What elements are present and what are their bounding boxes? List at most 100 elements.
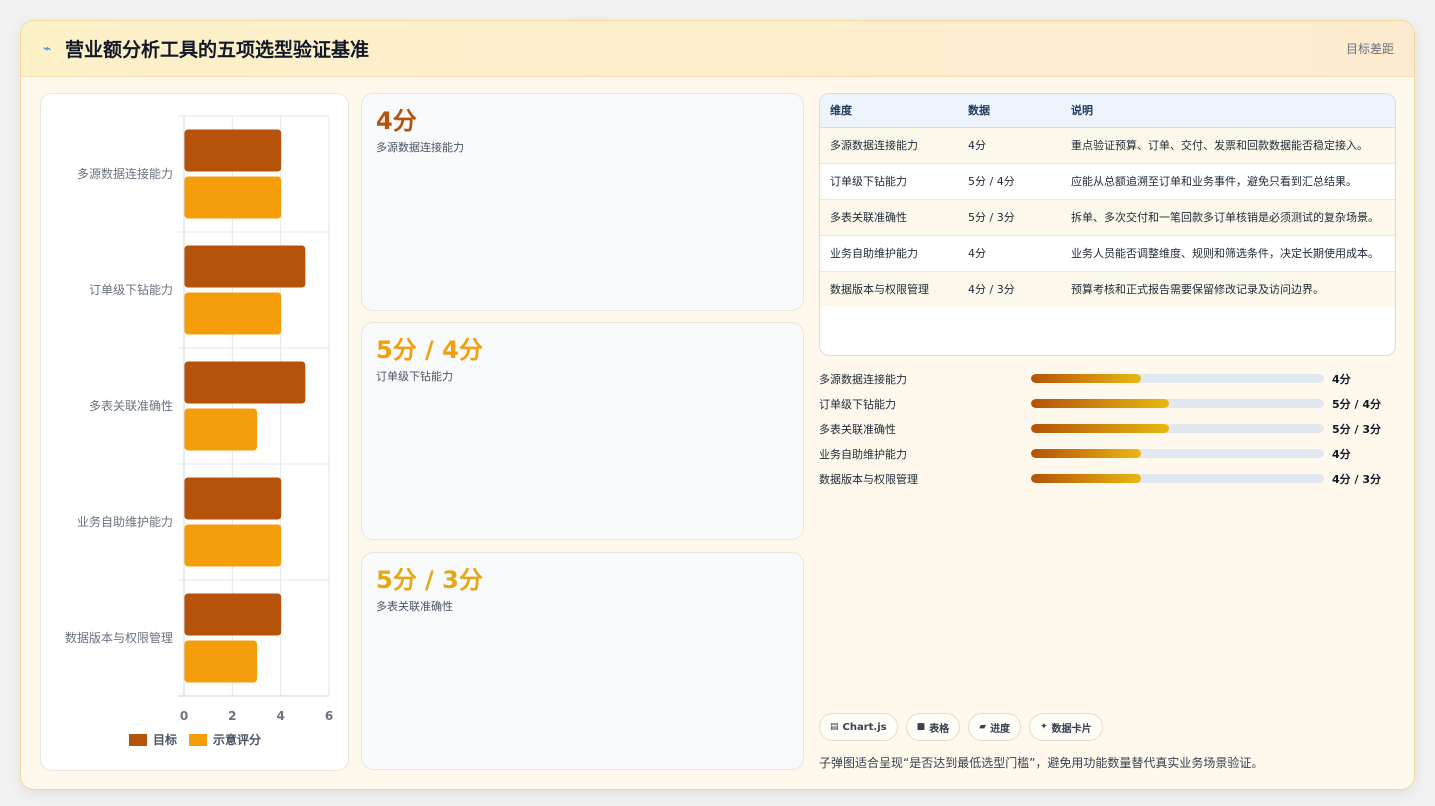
progress-track	[1031, 424, 1324, 433]
progress-row: 业务自助维护能力 4分	[819, 441, 1396, 466]
bar-score	[184, 408, 257, 451]
legend-label: 目标	[153, 732, 177, 747]
progress-value: 4分	[1332, 372, 1351, 386]
progress-fill	[1031, 474, 1141, 483]
chip-label: 进度	[990, 723, 1011, 735]
bar-chart-card: 0 2 4 6 多源数据连接能力订单级下钻能力 多表关联准确性业务自助维护能力数据版本与权…	[40, 93, 349, 771]
progress-label: 订单级下钻能力	[819, 397, 896, 411]
progress-track	[1031, 474, 1324, 483]
y-category-label: 多源数据连接能力	[77, 166, 173, 181]
y-category-label: 数据版本与权限管理	[65, 630, 173, 645]
table-cell: 重点验证预算、订单、交付、发票和回款数据能否稳定接入。	[1061, 127, 1395, 164]
table-cell: 业务人员能否调整维度、规则和筛选条件，决定长期使用成本。	[1061, 235, 1395, 272]
progress-label: 多源数据连接能力	[819, 372, 907, 386]
kpi-label: 订单级下钻能力	[376, 370, 453, 383]
table-header: 维度	[820, 94, 958, 128]
bolt-icon: ⌁	[43, 40, 52, 57]
x-tick-label: 0	[180, 709, 188, 723]
table-cell: 4分	[958, 127, 1061, 164]
progress-value: 4分	[1332, 447, 1351, 461]
bar-score	[184, 640, 257, 683]
bar-target	[184, 477, 282, 520]
progress-icon: ▰	[979, 722, 987, 732]
kpi-value: 5分 / 3分	[376, 566, 483, 594]
criteria-table: 维度 数据 说明 多源数据连接能力 4分 重点验证预算、订单、交付、发票和回款数…	[820, 94, 1395, 307]
table-cell: 5分 / 4分	[958, 163, 1061, 200]
chart-icon: ▤	[830, 722, 839, 732]
chip-table[interactable]: ■ 表格	[905, 713, 961, 741]
progress-fill	[1031, 399, 1169, 408]
progress-track	[1031, 399, 1324, 408]
table-icon: ■	[916, 722, 926, 732]
chip-progress[interactable]: ▰ 进度	[968, 713, 1022, 741]
table-cell: 4分 / 3分	[958, 271, 1061, 307]
x-tick-label: 6	[325, 709, 333, 723]
table-cell: 拆单、多次交付和一笔回款多订单核销是必须测试的复杂场景。	[1061, 199, 1395, 236]
tech-chips: ▤ Chart.js ■ 表格 ▰ 进度 ✦ 数据卡片	[819, 713, 1103, 741]
bar-target	[184, 593, 282, 636]
table-row: 业务自助维护能力 4分 业务人员能否调整维度、规则和筛选条件，决定长期使用成本。	[820, 235, 1395, 272]
legend-swatch	[189, 734, 207, 746]
bar-target	[184, 361, 306, 404]
bar-chart: 0 2 4 6 多源数据连接能力订单级下钻能力多表关联准确性业务自助维护能力数据版本与权…	[65, 115, 333, 747]
progress-row: 多表关联准确性 5分 / 3分	[819, 416, 1396, 441]
table-cell: 5分 / 3分	[958, 199, 1061, 236]
bar-target	[184, 129, 282, 172]
progress-fill	[1031, 424, 1169, 433]
y-category-label: 订单级下钻能力	[89, 282, 173, 297]
table-cell: 预算考核和正式报告需要保留修改记录及访问边界。	[1061, 271, 1395, 307]
progress-label: 多表关联准确性	[819, 422, 896, 436]
chip-data-card[interactable]: ✦ 数据卡片	[1029, 713, 1103, 741]
title-wrap: ⌁ 营业额分析工具的五项选型验证基准	[43, 35, 369, 62]
criteria-table-card: 维度 数据 说明 多源数据连接能力 4分 重点验证预算、订单、交付、发票和回款数…	[819, 93, 1396, 356]
table-cell: 业务自助维护能力	[820, 235, 958, 272]
chip-label: 数据卡片	[1051, 723, 1092, 735]
chip-label: 表格	[929, 723, 950, 735]
bar-score	[184, 524, 282, 567]
header: ⌁ 营业额分析工具的五项选型验证基准 目标差距	[21, 21, 1414, 77]
table-cell: 订单级下钻能力	[820, 163, 958, 200]
bar-target	[184, 245, 306, 288]
dashboard-frame: ⌁ 营业额分析工具的五项选型验证基准 目标差距 0 2 4 6 多源数据连接能力 订单级下…	[20, 20, 1415, 790]
header-tag: 目标差距	[1345, 42, 1394, 56]
table-row: 多源数据连接能力 4分 重点验证预算、订单、交付、发票和回款数据能否稳定接入。	[820, 127, 1395, 164]
kpi-label: 多源数据连接能力	[376, 141, 464, 154]
progress-track	[1031, 449, 1324, 458]
kpi-card-1: 4分 多源数据连接能力	[361, 93, 804, 311]
progress-value: 4分 / 3分	[1332, 472, 1381, 486]
progress-row: 多源数据连接能力 4分	[819, 366, 1396, 391]
progress-label: 业务自助维护能力	[819, 447, 907, 461]
legend-label: 示意评分	[212, 732, 261, 747]
kpi-label: 多表关联准确性	[376, 600, 453, 613]
chip-label: Chart.js	[842, 721, 887, 733]
table-cell: 数据版本与权限管理	[820, 271, 958, 307]
table-row: 数据版本与权限管理 4分 / 3分 预算考核和正式报告需要保留修改记录及访问边界…	[820, 271, 1395, 307]
table-cell: 多源数据连接能力	[820, 127, 958, 164]
chip-chartjs[interactable]: ▤ Chart.js	[819, 713, 898, 741]
table-row: 订单级下钻能力 5分 / 4分 应能从总额追溯至订单和业务事件，避免只看到汇总结…	[820, 163, 1395, 200]
progress-value: 5分 / 4分	[1332, 397, 1381, 411]
table-row: 多表关联准确性 5分 / 3分 拆单、多次交付和一笔回款多订单核销是必须测试的复…	[820, 199, 1395, 236]
bar-score	[184, 292, 282, 335]
x-tick-label: 2	[228, 709, 236, 723]
table-cell: 多表关联准确性	[820, 199, 958, 236]
table-header: 数据	[958, 94, 1061, 128]
progress-fill	[1031, 449, 1141, 458]
y-category-label: 业务自助维护能力	[77, 514, 173, 529]
kpi-value: 4分	[376, 107, 417, 135]
progress-fill	[1031, 374, 1141, 383]
kpi-card-2: 5分 / 4分 订单级下钻能力	[361, 322, 804, 540]
y-category-label: 多表关联准确性	[89, 399, 173, 413]
progress-row: 订单级下钻能力 5分 / 4分	[819, 391, 1396, 416]
kpi-value: 5分 / 4分	[376, 336, 483, 364]
progress-list: 多源数据连接能力 4分 订单级下钻能力 5分 / 4分 多表关联准确性 5分 /…	[819, 366, 1396, 491]
x-tick-label: 4	[276, 709, 284, 723]
table-header: 说明	[1061, 94, 1395, 128]
card-icon: ✦	[1040, 722, 1048, 732]
page-title: 营业额分析工具的五项选型验证基准	[65, 39, 370, 61]
legend-swatch	[129, 734, 147, 746]
progress-row: 数据版本与权限管理 4分 / 3分	[819, 466, 1396, 491]
table-cell: 4分	[958, 235, 1061, 272]
table-header-row: 维度 数据 说明	[820, 94, 1395, 128]
progress-label: 数据版本与权限管理	[819, 472, 918, 486]
